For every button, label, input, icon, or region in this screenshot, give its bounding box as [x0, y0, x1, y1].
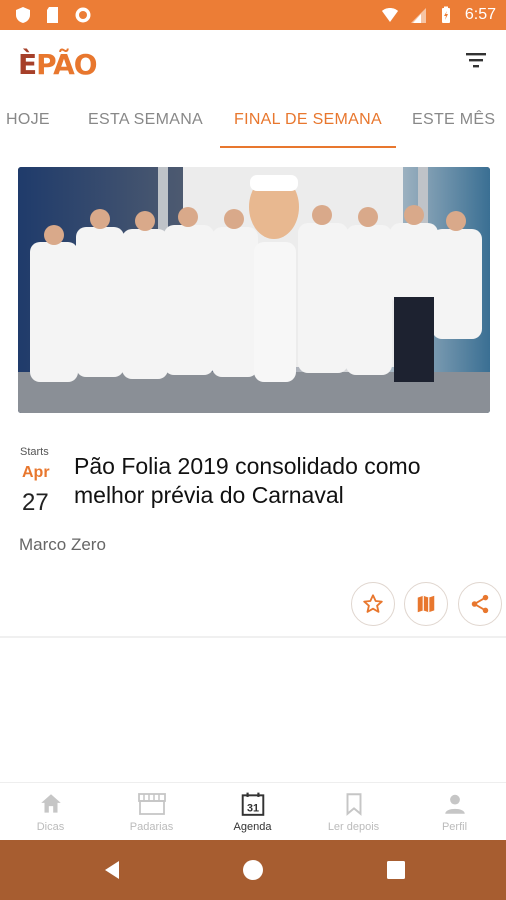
status-time: 6:57	[464, 6, 496, 23]
event-photo-image	[18, 167, 490, 413]
event-photo[interactable]	[18, 167, 490, 413]
date-filter-tabs: HOJE ESTA SEMANA FINAL DE SEMANA ESTE MÊ…	[0, 92, 506, 148]
tab-final-de-semana[interactable]: FINAL DE SEMANA	[234, 92, 382, 148]
system-navigation-bar	[0, 840, 506, 900]
event-month: Apr	[22, 464, 50, 481]
battery-icon	[441, 6, 450, 23]
wifi-icon	[381, 8, 398, 22]
record-icon	[75, 7, 91, 23]
back-icon[interactable]	[100, 858, 124, 882]
person-icon	[444, 794, 465, 814]
map-button[interactable]	[404, 582, 448, 626]
event-venue: Marco Zero	[19, 535, 106, 554]
nav-ler-depois[interactable]: Ler depois	[303, 783, 404, 841]
nav-label-agenda: Agenda	[233, 821, 272, 833]
star-icon	[363, 594, 383, 613]
filter-icon[interactable]	[464, 48, 488, 72]
event-title[interactable]: Pão Folia 2019 consolidado como melhor p…	[74, 452, 494, 510]
bottom-navigation: Dicas Padarias 31 Agenda Ler depois Perf…	[0, 782, 506, 840]
storefront-icon	[137, 793, 166, 815]
nav-padarias[interactable]: Padarias	[101, 783, 202, 841]
nav-label-ler-depois: Ler depois	[327, 821, 380, 833]
share-icon	[471, 594, 489, 614]
status-bar: 6:57	[0, 0, 506, 30]
nav-dicas[interactable]: Dicas	[0, 783, 101, 841]
home-icon	[40, 794, 61, 813]
calendar-icon: 31	[241, 792, 264, 816]
shield-icon	[16, 7, 30, 23]
nav-perfil[interactable]: Perfil	[404, 783, 505, 841]
app-bar: ÈPÃO	[0, 30, 506, 92]
event-day: 27	[22, 489, 49, 516]
bookmark-icon	[346, 793, 361, 816]
active-tab-indicator	[220, 146, 396, 148]
home-button-icon[interactable]	[241, 858, 265, 882]
recents-icon[interactable]	[384, 858, 408, 882]
nav-label-dicas: Dicas	[36, 821, 65, 833]
tab-este-mes[interactable]: ESTE MÊS	[412, 92, 495, 148]
map-icon	[417, 595, 435, 613]
favorite-button[interactable]	[351, 582, 395, 626]
nav-label-padarias: Padarias	[129, 821, 174, 833]
nav-label-perfil: Perfil	[441, 821, 468, 833]
signal-icon	[410, 8, 426, 23]
app-logo: ÈPÃO	[18, 48, 98, 81]
card-divider	[0, 636, 506, 638]
sd-card-icon	[47, 7, 58, 23]
share-button[interactable]	[458, 582, 502, 626]
svg-text:31: 31	[246, 803, 258, 815]
tab-esta-semana[interactable]: ESTA SEMANA	[88, 92, 203, 148]
tab-hoje[interactable]: HOJE	[6, 92, 50, 148]
starts-label: Starts	[20, 446, 49, 458]
nav-agenda[interactable]: 31 Agenda	[202, 783, 303, 841]
